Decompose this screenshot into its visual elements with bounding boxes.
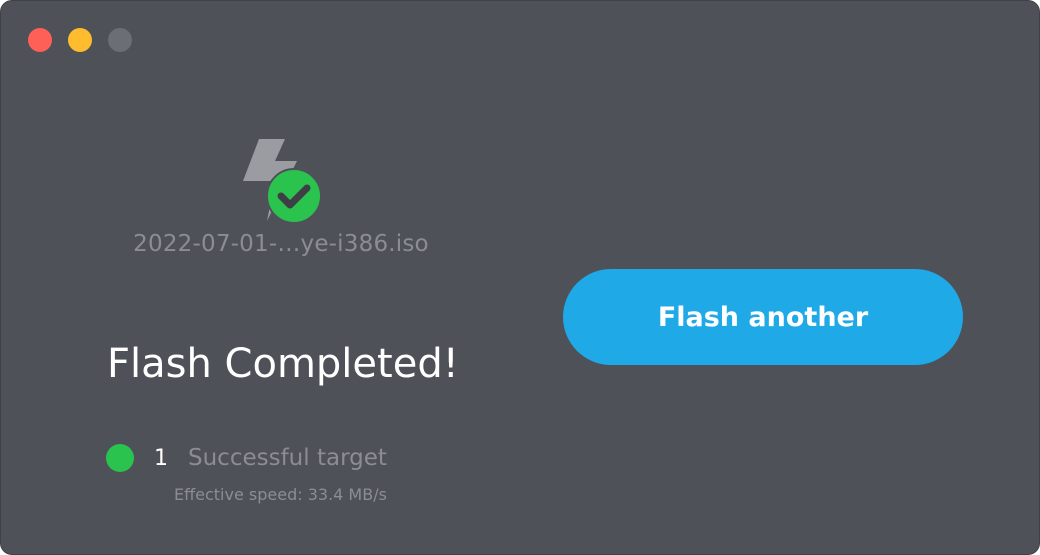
successful-target-label: Successful target bbox=[188, 445, 387, 471]
page-title: Flash Completed! bbox=[107, 341, 459, 387]
app-window: 2022-07-01-…ye-i386.iso Flash Completed!… bbox=[0, 0, 1040, 555]
success-circle-icon bbox=[266, 168, 322, 224]
maximize-window-button[interactable] bbox=[108, 28, 132, 52]
success-status-icon bbox=[106, 444, 134, 472]
close-window-button[interactable] bbox=[28, 28, 52, 52]
minimize-window-button[interactable] bbox=[68, 28, 92, 52]
image-filename: 2022-07-01-…ye-i386.iso bbox=[133, 231, 429, 257]
successful-target-count: 1 bbox=[154, 445, 168, 471]
flash-results: 1 Successful target bbox=[106, 444, 387, 472]
window-controls bbox=[28, 28, 132, 52]
effective-speed: Effective speed: 33.4 MB/s bbox=[174, 485, 387, 504]
flash-another-button[interactable]: Flash another bbox=[563, 269, 963, 365]
flash-complete-icon bbox=[239, 137, 329, 227]
lightning-check-icon bbox=[243, 139, 322, 224]
